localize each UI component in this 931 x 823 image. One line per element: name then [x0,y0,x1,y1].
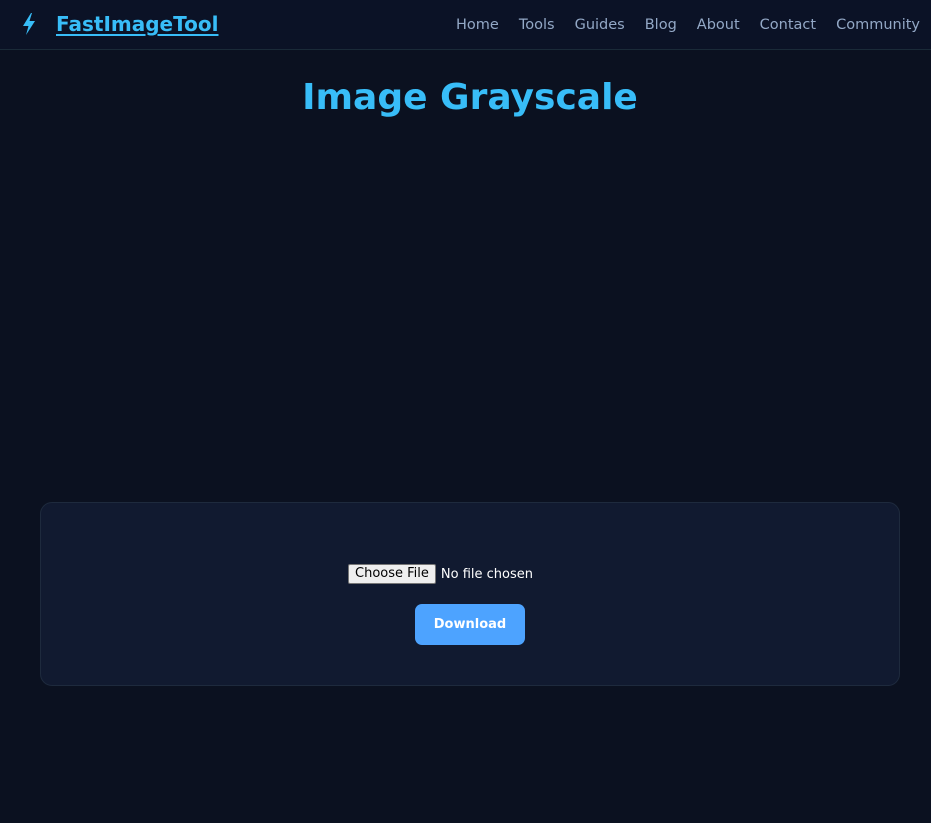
choose-file-button[interactable]: Choose File [348,564,436,584]
nav-link-contact[interactable]: Contact [760,15,816,35]
file-status-text: No file chosen [440,566,533,582]
download-button[interactable]: Download [415,604,525,645]
brand-link[interactable]: FastImageTool [20,11,218,37]
top-navbar: FastImageTool Home Tools Guides Blog Abo… [0,0,931,50]
file-input: Choose File No file chosen [348,564,533,584]
page-title: Image Grayscale [302,77,638,118]
main-nav: Home Tools Guides Blog About Contact Com… [456,15,920,35]
nav-link-tools[interactable]: Tools [519,15,555,35]
lightning-bolt-icon [20,12,38,36]
nav-link-community[interactable]: Community [836,15,920,35]
nav-link-guides[interactable]: Guides [575,15,625,35]
upload-card: Choose File No file chosen Download [40,502,900,686]
nav-link-home[interactable]: Home [456,15,499,35]
nav-link-blog[interactable]: Blog [645,15,677,35]
brand-name: FastImageTool [56,12,219,36]
nav-link-about[interactable]: About [697,15,740,35]
